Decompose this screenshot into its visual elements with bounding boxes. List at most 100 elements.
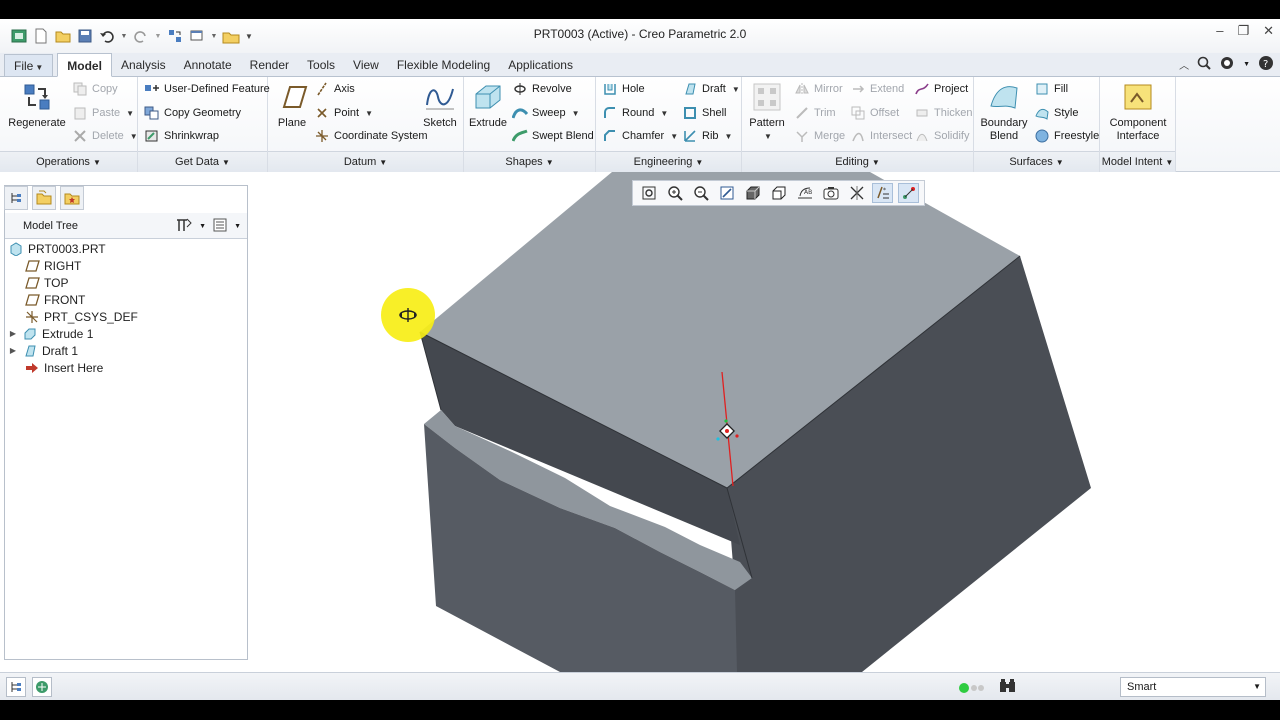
3d-model-view[interactable]	[250, 172, 1280, 672]
minimize-button[interactable]: –	[1216, 23, 1223, 39]
point-button[interactable]: Point ▼	[314, 103, 373, 123]
plane-button[interactable]: Plane	[270, 81, 314, 130]
tab-applications[interactable]: Applications	[499, 54, 582, 76]
restore-button[interactable]: ❐	[1237, 23, 1249, 39]
tree-settings-icon[interactable]	[175, 217, 193, 236]
tree-item-insert-here[interactable]: Insert Here	[8, 359, 244, 376]
draft-button[interactable]: Draft ▼	[682, 79, 740, 99]
project-button[interactable]: Project	[914, 79, 968, 99]
tab-view[interactable]: View	[344, 54, 388, 76]
merge-button[interactable]: Merge	[794, 126, 845, 146]
community-icon[interactable]	[1219, 56, 1235, 73]
component-interface-button[interactable]: Component Interface	[1106, 81, 1170, 143]
redo-icon[interactable]	[132, 27, 150, 45]
mirror-button[interactable]: Mirror	[794, 79, 843, 99]
pattern-button[interactable]: Pattern ▼	[744, 81, 790, 143]
customize-qa-dropdown-icon[interactable]: ▼	[244, 27, 254, 45]
annotation-display-icon[interactable]	[898, 183, 919, 203]
group-label-surfaces[interactable]: Surfaces ▼	[974, 151, 1099, 172]
sketch-button[interactable]: Sketch	[418, 81, 462, 130]
fill-button[interactable]: Fill	[1034, 79, 1068, 99]
model-tree-tab-icon[interactable]	[4, 186, 28, 210]
open-folder-icon[interactable]	[54, 27, 72, 45]
style-button[interactable]: Style	[1034, 103, 1078, 123]
regenerate-small-icon[interactable]	[166, 27, 184, 45]
browser-toggle-icon[interactable]	[32, 677, 52, 697]
group-label-editing[interactable]: Editing ▼	[742, 151, 973, 172]
repaint-icon[interactable]	[716, 183, 737, 203]
favorites-tab-icon[interactable]	[60, 186, 84, 210]
undo-icon[interactable]	[98, 27, 116, 45]
search-icon[interactable]	[1197, 56, 1211, 73]
undo-dropdown-icon[interactable]: ▼	[120, 27, 128, 45]
coordinate-system-button[interactable]: Coordinate System	[314, 126, 428, 146]
tab-file[interactable]: File ▼	[4, 54, 54, 76]
extrude-button[interactable]: Extrude	[466, 81, 510, 130]
group-label-operations[interactable]: Operations ▼	[0, 151, 137, 172]
group-label-engineering[interactable]: Engineering ▼	[596, 151, 741, 172]
regenerate-button[interactable]: Regenerate	[6, 81, 68, 130]
tab-annotate[interactable]: Annotate	[175, 54, 241, 76]
copy-button[interactable]: Copy	[72, 79, 118, 99]
thicken-button[interactable]: Thicken	[914, 103, 973, 123]
display-style-icon[interactable]	[742, 183, 763, 203]
copy-geometry-button[interactable]: Copy Geometry	[144, 103, 241, 123]
group-label-shapes[interactable]: Shapes ▼	[464, 151, 595, 172]
axis-button[interactable]: Axis	[314, 79, 355, 99]
revolve-button[interactable]: Revolve	[512, 79, 572, 99]
tab-tools[interactable]: Tools	[298, 54, 344, 76]
windows-dropdown-icon[interactable]: ▼	[210, 27, 218, 45]
delete-button[interactable]: Delete ▼	[72, 126, 138, 146]
zoom-in-icon[interactable]	[664, 183, 685, 203]
spin-center-icon[interactable]	[846, 183, 867, 203]
saved-orientations-icon[interactable]	[768, 183, 789, 203]
view-manager-icon[interactable]: AB	[794, 183, 815, 203]
tree-item-draft[interactable]: ▶ Draft 1	[8, 342, 244, 359]
close-button[interactable]: ✕	[1263, 23, 1274, 39]
windows-icon[interactable]	[188, 27, 206, 45]
tab-render[interactable]: Render	[241, 54, 298, 76]
swept-blend-button[interactable]: Swept Blend	[512, 126, 594, 146]
redo-dropdown-icon[interactable]: ▼	[154, 27, 162, 45]
find-icon[interactable]	[998, 678, 1018, 699]
extend-button[interactable]: Extend	[850, 79, 904, 99]
datum-display-filters-icon[interactable]: *	[872, 183, 893, 203]
tree-item-csys[interactable]: PRT_CSYS_DEF	[8, 308, 244, 325]
selection-filter-select[interactable]: Smart ▼	[1120, 677, 1266, 697]
boundary-blend-button[interactable]: Boundary Blend	[976, 81, 1032, 143]
rib-button[interactable]: Rib ▼	[682, 126, 732, 146]
shell-button[interactable]: Shell	[682, 103, 726, 123]
navigator-toggle-icon[interactable]	[6, 677, 26, 697]
hole-button[interactable]: Hole	[602, 79, 645, 99]
show-columns-dropdown-icon[interactable]: ▼	[234, 223, 241, 230]
solidify-button[interactable]: Solidify	[914, 126, 969, 146]
group-label-get-data[interactable]: Get Data ▼	[138, 151, 267, 172]
shrinkwrap-button[interactable]: Shrinkwrap	[144, 126, 219, 146]
sweep-button[interactable]: Sweep ▼	[512, 103, 580, 123]
expand-icon[interactable]: ▶	[8, 346, 18, 355]
udf-button[interactable]: User-Defined Feature	[144, 79, 270, 99]
tab-flexible-modeling[interactable]: Flexible Modeling	[388, 54, 499, 76]
group-label-model-intent[interactable]: Model Intent ▼	[1100, 151, 1175, 172]
tree-item-front[interactable]: FRONT	[8, 291, 244, 308]
refit-icon[interactable]	[638, 183, 659, 203]
paste-button[interactable]: Paste ▼	[72, 103, 134, 123]
tree-item-extrude[interactable]: ▶ Extrude 1	[8, 325, 244, 342]
group-label-datum[interactable]: Datum ▼	[268, 151, 463, 172]
help-icon[interactable]: ?	[1258, 55, 1274, 74]
community-dropdown-icon[interactable]: ▼	[1243, 61, 1250, 68]
freestyle-button[interactable]: Freestyle	[1034, 126, 1099, 146]
tree-item-right[interactable]: RIGHT	[8, 257, 244, 274]
trim-button[interactable]: Trim	[794, 103, 836, 123]
expand-icon[interactable]: ▶	[8, 329, 18, 338]
chamfer-button[interactable]: Chamfer ▼	[602, 126, 678, 146]
offset-button[interactable]: Offset	[850, 103, 899, 123]
minimize-ribbon-icon[interactable]: ︿	[1179, 57, 1189, 72]
new-file-icon[interactable]	[32, 27, 50, 45]
tree-item-top[interactable]: TOP	[8, 274, 244, 291]
perspective-view-icon[interactable]	[820, 183, 841, 203]
close-window-icon[interactable]	[222, 27, 240, 45]
intersect-button[interactable]: Intersect	[850, 126, 912, 146]
tree-settings-dropdown-icon[interactable]: ▼	[199, 223, 206, 230]
zoom-out-icon[interactable]	[690, 183, 711, 203]
